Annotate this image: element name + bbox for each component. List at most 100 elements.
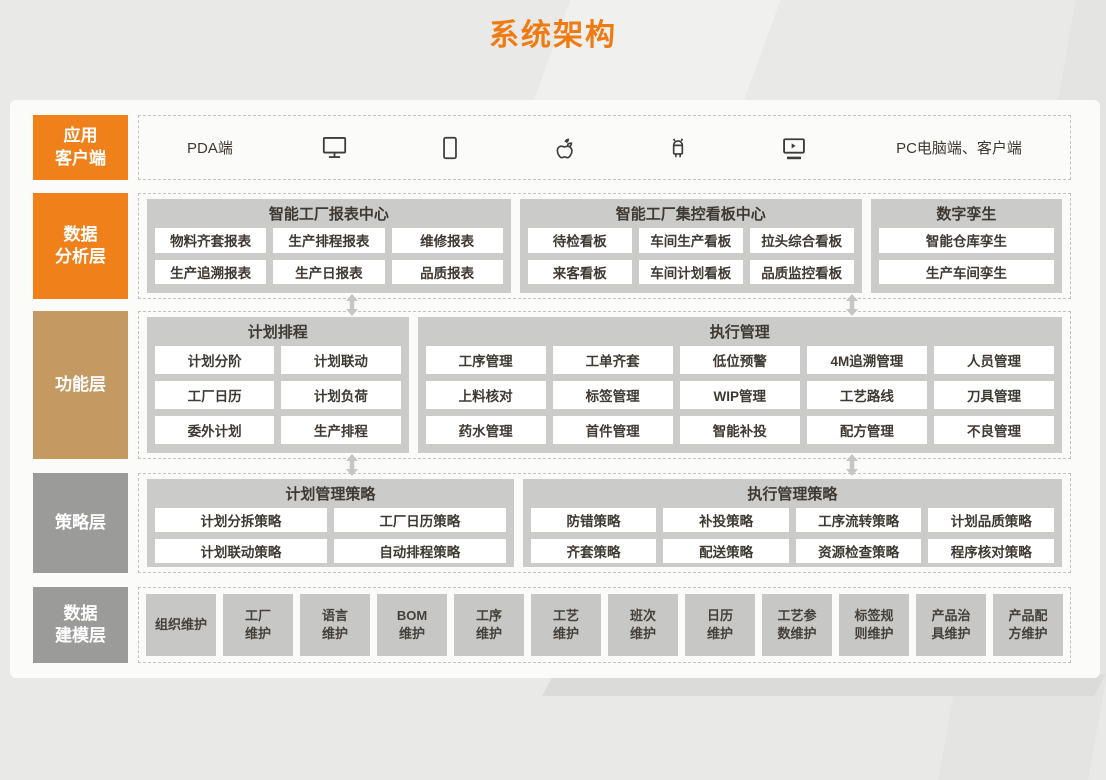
module-cell: 物料齐套报表 [155, 228, 266, 253]
module-cell: 工厂日历 [155, 381, 274, 409]
modeling-cell: 班次 维护 [608, 594, 678, 656]
module-cell: 程序核对策略 [928, 539, 1054, 563]
module-cell: 上料核对 [426, 381, 546, 409]
modeling-cell: BOM 维护 [377, 594, 447, 656]
monitor-icon [321, 134, 348, 161]
apple-icon [551, 135, 577, 161]
group-title: 计划管理策略 [155, 479, 506, 508]
module-cell: WIP管理 [680, 381, 800, 409]
data-analysis-box: 智能工厂报表中心 物料齐套报表 生产排程报表 维修报表 生产追溯报表 生产日报表… [138, 193, 1071, 299]
layer-data-analysis: 数据 分析层 智能工厂报表中心 物料齐套报表 生产排程报表 维修报表 生产追溯报… [33, 193, 1071, 299]
module-cell: 药水管理 [426, 416, 546, 444]
architecture-panel: 应用 客户端 PDA端 [10, 100, 1100, 678]
group-plan-strategy: 计划管理策略 计划分拆策略 工厂日历策略 计划联动策略 自动排程策略 [147, 479, 514, 567]
group-title: 智能工厂集控看板中心 [528, 199, 854, 228]
layer-app-client: 应用 客户端 PDA端 [33, 115, 1071, 180]
function-box: 计划排程 计划分阶 计划联动 工厂日历 计划负荷 委外计划 生产排程 执行管理 … [138, 311, 1071, 459]
layer-gap [33, 180, 1071, 193]
module-cell: 生产追溯报表 [155, 260, 266, 285]
layer-gap [33, 459, 1071, 473]
group-report-center: 智能工厂报表中心 物料齐套报表 生产排程报表 维修报表 生产追溯报表 生产日报表… [147, 199, 511, 293]
module-cell: 工单齐套 [553, 346, 673, 374]
group-title: 计划排程 [155, 317, 401, 346]
client-devices-box: PDA端 [138, 115, 1071, 180]
group-digital-twin: 数字孪生 智能仓库孪生 生产车间孪生 [871, 199, 1062, 293]
module-cell: 计划负荷 [281, 381, 400, 409]
module-cell: 生产车间孪生 [879, 260, 1054, 285]
module-cell: 计划联动策略 [155, 539, 327, 563]
module-cell: 首件管理 [553, 416, 673, 444]
layer-gap [33, 299, 1071, 311]
module-cell: 计划联动 [281, 346, 400, 374]
group-kanban-center: 智能工厂集控看板中心 待检看板 车间生产看板 拉头综合看板 来客看板 车间计划看… [520, 199, 862, 293]
module-cell: 资源检查策略 [796, 539, 922, 563]
modeling-cell: 工艺 维护 [531, 594, 601, 656]
group-plan-scheduling: 计划排程 计划分阶 计划联动 工厂日历 计划负荷 委外计划 生产排程 [147, 317, 409, 453]
up-down-arrow-icon [345, 454, 359, 476]
layer-label-data-modeling: 数据 建模层 [33, 587, 128, 663]
layer-data-modeling: 数据 建模层 组织维护 工厂 维护 语言 维护 BOM 维护 工序 维护 工艺 … [33, 587, 1071, 663]
module-cell: 智能补投 [680, 416, 800, 444]
module-cell: 维修报表 [392, 228, 503, 253]
modeling-cell: 日历 维护 [685, 594, 755, 656]
modeling-cell: 标签规 则维护 [839, 594, 909, 656]
modeling-cell: 工序 维护 [454, 594, 524, 656]
page-title: 系统架构 [0, 10, 1106, 54]
module-cell: 自动排程策略 [334, 539, 506, 563]
modeling-cell: 工厂 维护 [223, 594, 293, 656]
modeling-cell: 产品配 方维护 [993, 594, 1063, 656]
layer-label-data-analysis: 数据 分析层 [33, 193, 128, 299]
modeling-cell: 工艺参 数维护 [762, 594, 832, 656]
module-cell: 刀具管理 [934, 381, 1054, 409]
module-cell: 工序流转策略 [796, 508, 922, 532]
group-title: 执行管理策略 [531, 479, 1054, 508]
module-cell: 工厂日历策略 [334, 508, 506, 532]
modeling-cell: 组织维护 [146, 594, 216, 656]
up-down-arrow-icon [345, 294, 359, 316]
module-cell: 品质报表 [392, 260, 503, 285]
module-cell: 低位预警 [680, 346, 800, 374]
pda-client-label: PDA端 [187, 137, 233, 158]
module-cell: 人员管理 [934, 346, 1054, 374]
group-title: 执行管理 [426, 317, 1054, 346]
module-cell: 不良管理 [934, 416, 1054, 444]
module-cell: 4M追溯管理 [807, 346, 927, 374]
module-cell: 车间计划看板 [639, 260, 743, 285]
module-cell: 计划分拆策略 [155, 508, 327, 532]
module-cell: 工序管理 [426, 346, 546, 374]
module-cell: 智能仓库孪生 [879, 228, 1054, 253]
module-cell: 待检看板 [528, 228, 632, 253]
module-cell: 品质监控看板 [750, 260, 854, 285]
module-cell: 车间生产看板 [639, 228, 743, 253]
layer-label-app-client: 应用 客户端 [33, 115, 128, 180]
group-title: 数字孪生 [879, 199, 1054, 228]
module-cell: 计划品质策略 [928, 508, 1054, 532]
android-icon [665, 135, 691, 161]
module-cell: 生产排程报表 [273, 228, 384, 253]
module-cell: 计划分阶 [155, 346, 274, 374]
layer-label-function: 功能层 [33, 311, 128, 459]
module-cell: 生产日报表 [273, 260, 384, 285]
module-cell: 工艺路线 [807, 381, 927, 409]
data-modeling-box: 组织维护 工厂 维护 语言 维护 BOM 维护 工序 维护 工艺 维护 班次 维… [138, 587, 1071, 663]
layer-function: 功能层 计划排程 计划分阶 计划联动 工厂日历 计划负荷 委外计划 生产排程 执… [33, 311, 1071, 459]
modeling-cell: 语言 维护 [300, 594, 370, 656]
module-cell: 配送策略 [663, 539, 789, 563]
smart-tv-icon [780, 134, 808, 162]
module-cell: 齐套策略 [531, 539, 657, 563]
layer-strategy: 策略层 计划管理策略 计划分拆策略 工厂日历策略 计划联动策略 自动排程策略 执… [33, 473, 1071, 573]
layer-label-strategy: 策略层 [33, 473, 128, 573]
module-cell: 拉头综合看板 [750, 228, 854, 253]
modeling-cell: 产品治 具维护 [916, 594, 986, 656]
module-cell: 委外计划 [155, 416, 274, 444]
module-cell: 生产排程 [281, 416, 400, 444]
group-title: 智能工厂报表中心 [155, 199, 503, 228]
module-cell: 标签管理 [553, 381, 673, 409]
strategy-box: 计划管理策略 计划分拆策略 工厂日历策略 计划联动策略 自动排程策略 执行管理策… [138, 473, 1071, 573]
module-cell: 配方管理 [807, 416, 927, 444]
group-execution-strategy: 执行管理策略 防错策略 补投策略 工序流转策略 计划品质策略 齐套策略 配送策略… [523, 479, 1062, 567]
tablet-icon [437, 135, 463, 161]
layer-gap [33, 573, 1071, 587]
group-execution-management: 执行管理 工序管理 工单齐套 低位预警 4M追溯管理 人员管理 上料核对 标签管… [418, 317, 1062, 453]
module-cell: 来客看板 [528, 260, 632, 285]
